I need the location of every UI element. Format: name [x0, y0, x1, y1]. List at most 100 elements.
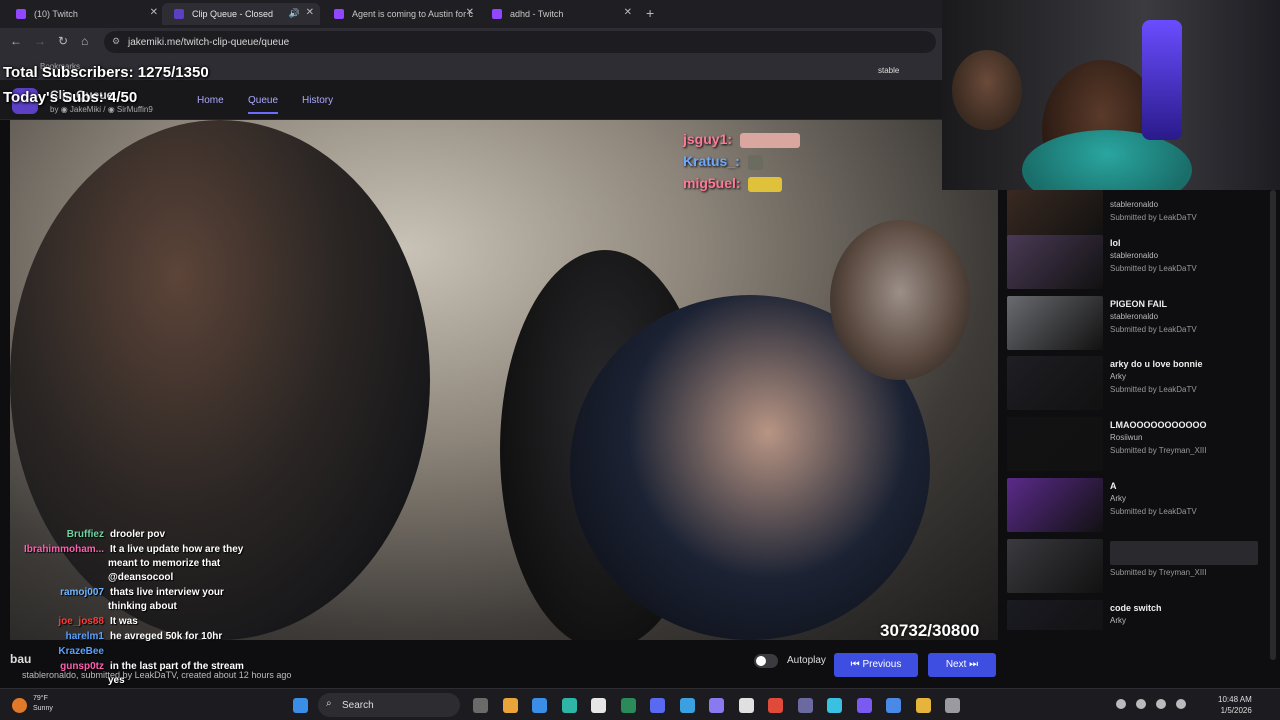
close-icon[interactable]: ✕: [624, 7, 632, 18]
weather-icon[interactable]: [12, 698, 27, 713]
queue-item[interactable]: stableronaldo Submitted by LeakDaTV: [1007, 190, 1267, 240]
home-icon[interactable]: ⌂: [81, 34, 88, 48]
weather-widget[interactable]: 79°F Sunny: [33, 694, 53, 714]
overlay-chat-line: jsguy1:: [683, 131, 800, 148]
edge-icon[interactable]: [532, 698, 547, 713]
chat-message: thinking about: [108, 601, 177, 612]
nav-queue[interactable]: Queue: [248, 95, 279, 114]
today-subs: Today's Subs: 4/50: [3, 89, 138, 106]
speaker-icon[interactable]: 🔊: [289, 8, 300, 19]
queue-item[interactable]: PIGEON FAIL stableronaldo Submitted by Lea…: [1007, 296, 1267, 352]
clip-queue-icon: [174, 9, 184, 19]
queue-submitter: Submitted by LeakDaTV: [1110, 213, 1197, 222]
skip-forward-icon: ⏭: [969, 659, 979, 670]
chat-message: @deansocool: [108, 572, 174, 583]
chat-username: Kratus_:: [683, 153, 740, 169]
tab-clip-queue[interactable]: Clip Queue - Closed 🔊 ✕: [162, 3, 320, 25]
chrome-icon[interactable]: [768, 698, 783, 713]
battery-icon[interactable]: [1176, 699, 1186, 709]
steam-icon[interactable]: [679, 698, 695, 713]
volume-icon[interactable]: [1156, 699, 1166, 709]
windows-start-icon[interactable]: [293, 698, 308, 713]
queue-item[interactable]: A Arky Submitted by LeakDaTV: [1007, 478, 1267, 534]
file-explorer-icon[interactable]: [473, 698, 488, 713]
terminal-icon[interactable]: [797, 698, 813, 713]
clip-info: stableronaldo, submitted by LeakDaTV, cr…: [22, 670, 292, 680]
by-label: by: [50, 105, 59, 114]
queue-item[interactable]: lol stableronaldo Submitted by LeakDaTV: [1007, 235, 1267, 291]
chat-username: joe_jos88: [58, 616, 104, 627]
clock-time: 10:48 AM: [1218, 695, 1252, 704]
queue-item[interactable]: LMAOOOOOOOOOOO Rosiiwun Submitted by Treym…: [1007, 417, 1267, 473]
nav-home[interactable]: Home: [197, 95, 224, 106]
tab-twitch[interactable]: (10) Twitch ✕: [4, 3, 164, 25]
store-icon[interactable]: [561, 698, 577, 713]
chat-username: jsguy1:: [683, 131, 733, 147]
twitch-icon: [492, 9, 502, 19]
queue-loading-placeholder: [1110, 541, 1258, 565]
chrome-icon[interactable]: [915, 698, 931, 713]
queue-title: LMAOOOOOOOOOOO: [1110, 420, 1207, 430]
clock[interactable]: 10:48 AM 1/5/2026: [1218, 694, 1252, 716]
author-link[interactable]: JakeMiki: [70, 105, 101, 114]
folder-icon[interactable]: [502, 698, 518, 713]
chat-line: meant to memorize that: [108, 558, 220, 569]
photos-icon[interactable]: [886, 698, 901, 713]
webcam-light: [1142, 20, 1182, 140]
author-link[interactable]: SirMuffin9: [117, 105, 153, 114]
next-button[interactable]: Next ⏭: [928, 653, 996, 677]
queue-thumbnail: [1007, 235, 1103, 289]
discord-icon[interactable]: [856, 698, 872, 713]
site-info-icon[interactable]: ⚙: [112, 36, 120, 47]
close-icon[interactable]: ✕: [150, 7, 158, 18]
queue-thumbnail: [1007, 478, 1103, 532]
forward-icon[interactable]: →: [34, 34, 46, 48]
tab-label: Clip Queue - Closed: [192, 9, 274, 19]
next-label: Next: [945, 659, 967, 670]
queue-scrollbar[interactable]: [1270, 190, 1276, 660]
overlay-chat-line: Kratus_:: [683, 153, 763, 170]
skip-back-icon: ⏮: [850, 659, 860, 670]
tab-label: adhd - Twitch: [510, 9, 564, 19]
reload-icon[interactable]: ↻: [58, 34, 68, 48]
tab-agent[interactable]: Agent is coming to Austin for c ✕: [322, 3, 480, 25]
chat-username: Ibrahimmoham...: [23, 544, 104, 555]
back-icon[interactable]: ←: [10, 34, 22, 48]
close-icon[interactable]: ✕: [466, 7, 474, 18]
clock-date: 1/5/2026: [1220, 706, 1252, 715]
vpn-icon[interactable]: [650, 698, 665, 713]
github-icon[interactable]: [738, 698, 754, 713]
queue-item[interactable]: Submitted by Treyman_XIII: [1007, 539, 1267, 595]
clip-queue-list: stableronaldo Submitted by LeakDaTV lol sta…: [998, 190, 1268, 630]
queue-submitter: Submitted by LeakDaTV: [1110, 507, 1197, 516]
chat-line: ramoj007 thats live interview your: [4, 587, 224, 598]
taskbar-search[interactable]: ⌕ Search: [318, 693, 460, 717]
previous-button[interactable]: ⏮ Previous: [834, 653, 918, 677]
twitch-app-icon[interactable]: [709, 698, 724, 713]
settings-icon[interactable]: [945, 698, 960, 713]
close-icon[interactable]: ✕: [306, 7, 314, 18]
queue-item[interactable]: arky do u love bonnie Arky Submitted by Le…: [1007, 356, 1267, 412]
nav-history[interactable]: History: [302, 95, 333, 106]
queue-thumbnail: [1007, 600, 1103, 630]
chat-username: Bruffiez: [66, 529, 104, 540]
chat-line: joe_jos88 It was: [4, 616, 137, 627]
queue-title: code switch: [1110, 603, 1162, 613]
tab-adhd[interactable]: adhd - Twitch ✕: [480, 3, 638, 25]
wifi-icon[interactable]: [1136, 699, 1146, 709]
queue-thumbnail: [1007, 356, 1103, 410]
twitch-icon: [334, 9, 344, 19]
app-icon[interactable]: [827, 698, 842, 713]
chat-line: Ibrahimmoham... It a live update how are …: [4, 544, 243, 555]
emote-icon: [739, 132, 800, 148]
queue-submitter: Submitted by LeakDaTV: [1110, 325, 1197, 334]
chevron-up-icon[interactable]: [1116, 699, 1126, 709]
queue-title: arky do u love bonnie: [1110, 359, 1203, 369]
address-bar[interactable]: ⚙ jakemiki.me/twitch-clip-queue/queue: [104, 31, 936, 53]
excel-icon[interactable]: [591, 698, 606, 713]
queue-item[interactable]: code switch Arky: [1007, 600, 1267, 630]
new-tab-icon[interactable]: +: [646, 5, 654, 21]
app-icon[interactable]: [620, 698, 636, 713]
autoplay-toggle[interactable]: [754, 654, 778, 668]
queue-submitter: Submitted by LeakDaTV: [1110, 264, 1197, 273]
